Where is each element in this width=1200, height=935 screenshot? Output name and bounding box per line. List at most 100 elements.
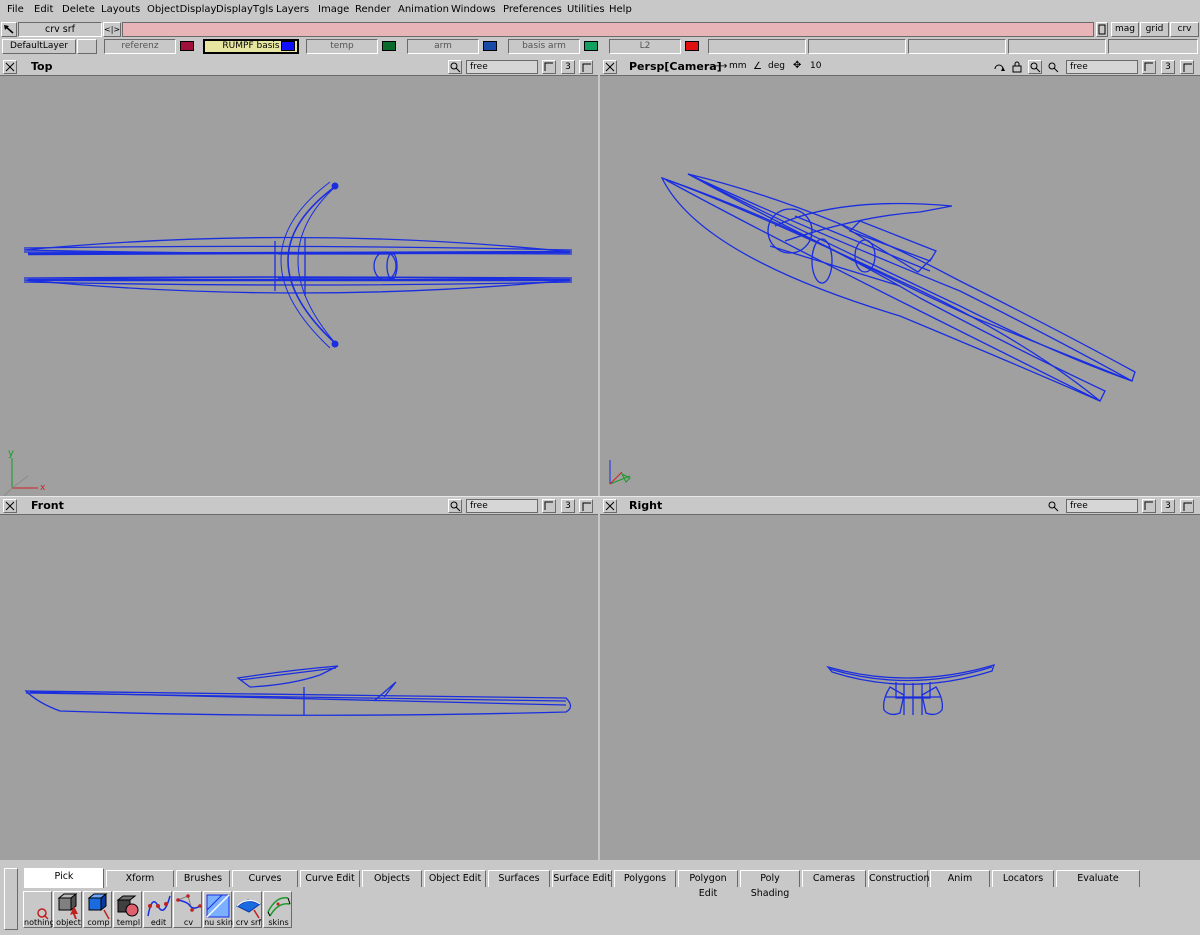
tab-surfaces[interactable]: Surfaces (488, 870, 550, 887)
tool-nu-skin[interactable]: nu skin (203, 891, 233, 928)
arrow-toggle-button[interactable]: <|> (103, 22, 121, 37)
persp-camera-mode-field[interactable]: free (1066, 60, 1138, 74)
layer-temp[interactable]: temp (306, 39, 378, 54)
front-camera-mode-field[interactable]: free (466, 499, 538, 513)
maximize-icon[interactable] (1180, 499, 1194, 513)
tab-construction[interactable]: Construction (868, 870, 930, 887)
current-tool-field[interactable]: crv srf (18, 22, 102, 37)
crv-button[interactable]: crv (1170, 22, 1199, 37)
menu-delete[interactable]: Delete (62, 4, 95, 15)
tab-anim[interactable]: Anim (930, 870, 990, 887)
menu-edit[interactable]: Edit (34, 4, 53, 15)
right-camera-mode-field[interactable]: free (1066, 499, 1138, 513)
tab-cameras[interactable]: Cameras (802, 870, 866, 887)
snap-icon[interactable] (1142, 499, 1156, 513)
tool-pick-nothing[interactable]: nothing (23, 891, 53, 928)
command-line-input[interactable] (122, 22, 1094, 37)
layer-arm-color[interactable] (483, 41, 497, 51)
menu-help[interactable]: Help (609, 4, 632, 15)
right-grid-num[interactable]: 3 (1161, 499, 1175, 513)
tab-xform[interactable]: Xform (106, 870, 174, 887)
tab-objects[interactable]: Objects (362, 870, 422, 887)
menu-render[interactable]: Render (355, 4, 391, 15)
layer-empty-5[interactable] (1108, 39, 1198, 54)
mag-button[interactable]: mag (1111, 22, 1139, 37)
layer-l2[interactable]: L2 (609, 39, 681, 54)
snap-icon[interactable] (542, 499, 556, 513)
menu-layouts[interactable]: Layouts (101, 4, 140, 15)
vertical-splitter[interactable] (598, 58, 600, 860)
grid-button[interactable]: grid (1140, 22, 1169, 37)
horizontal-splitter[interactable] (0, 496, 1200, 497)
layer-basis-arm-color[interactable] (584, 41, 598, 51)
angle-icon: ∠ (753, 61, 762, 72)
menu-utilities[interactable]: Utilities (567, 4, 605, 15)
lock-icon[interactable] (1010, 60, 1024, 74)
right-viewport[interactable] (600, 515, 1200, 860)
maximize-icon[interactable] (579, 499, 593, 513)
rotate-camera-icon[interactable] (992, 60, 1006, 74)
zoom-icon[interactable] (448, 60, 462, 74)
tab-locators[interactable]: Locators (992, 870, 1054, 887)
menu-objectdisplay[interactable]: ObjectDisplay (147, 4, 216, 15)
persp-grid-num[interactable]: 3 (1161, 60, 1175, 74)
shelf-handle[interactable] (4, 868, 18, 930)
layer-l2-color[interactable] (685, 41, 699, 51)
close-icon[interactable] (603, 60, 617, 74)
persp-viewport[interactable] (600, 76, 1200, 496)
menu-preferences[interactable]: Preferences (503, 4, 562, 15)
layer-empty-2[interactable] (808, 39, 906, 54)
menu-windows[interactable]: Windows (451, 4, 496, 15)
tab-brushes[interactable]: Brushes (176, 870, 230, 887)
select-tool-icon[interactable] (1, 22, 17, 37)
tab-evaluate[interactable]: Evaluate (1056, 870, 1140, 887)
zoom-icon[interactable] (448, 499, 462, 513)
zoom-icon[interactable] (1028, 60, 1042, 74)
tab-curves[interactable]: Curves (232, 870, 298, 887)
top-camera-mode-field[interactable]: free (466, 60, 538, 74)
tool-pick-component[interactable]: comp (83, 891, 112, 928)
layer-referenz[interactable]: referenz (104, 39, 176, 54)
pan-icon[interactable] (1046, 60, 1060, 74)
top-grid-num[interactable]: 3 (561, 60, 575, 74)
tab-surface-edit[interactable]: Surface Edit (552, 870, 612, 887)
layer-default[interactable]: DefaultLayer (2, 39, 76, 54)
tool-crv-srf[interactable]: crv srf (233, 891, 262, 928)
front-grid-num[interactable]: 3 (561, 499, 575, 513)
snap-icon[interactable] (1142, 60, 1156, 74)
close-icon[interactable] (603, 499, 617, 513)
maximize-icon[interactable] (1180, 60, 1194, 74)
tool-pick-edit-point[interactable]: edit (143, 891, 172, 928)
menu-animation[interactable]: Animation (398, 4, 449, 15)
tab-pick[interactable]: Pick (24, 868, 104, 888)
maximize-icon[interactable] (579, 60, 593, 74)
close-icon[interactable] (3, 60, 17, 74)
front-viewport[interactable] (0, 515, 598, 860)
layer-temp-color[interactable] (382, 41, 396, 51)
layer-empty-4[interactable] (1008, 39, 1106, 54)
layer-referenz-color[interactable] (180, 41, 194, 51)
menu-image[interactable]: Image (318, 4, 349, 15)
close-icon[interactable] (3, 499, 17, 513)
layer-basis-arm[interactable]: basis arm (508, 39, 580, 54)
tab-curve-edit[interactable]: Curve Edit (300, 870, 360, 887)
zoom-icon[interactable] (1046, 499, 1060, 513)
tool-skins[interactable]: skins (263, 891, 292, 928)
layer-empty-1[interactable] (708, 39, 806, 54)
layer-arm[interactable]: arm (407, 39, 479, 54)
tool-pick-template[interactable]: templ (113, 891, 142, 928)
tab-object-edit[interactable]: Object Edit (424, 870, 486, 887)
tool-pick-cv[interactable]: cv (173, 891, 202, 928)
tool-pick-object[interactable]: object (53, 891, 82, 928)
menu-file[interactable]: File (7, 4, 24, 15)
layer-rumpf-basis-color[interactable] (281, 41, 295, 51)
tab-polygon-edit[interactable]: Polygon Edit (678, 870, 738, 899)
top-viewport[interactable]: y x (0, 76, 598, 496)
snap-icon[interactable] (542, 60, 556, 74)
command-history-icon[interactable] (1096, 22, 1108, 37)
tab-polygons[interactable]: Polygons (614, 870, 676, 887)
menu-displaytgls[interactable]: DisplayTgls (216, 4, 273, 15)
layer-empty-3[interactable] (908, 39, 1006, 54)
tab-poly-shading[interactable]: Poly Shading (740, 870, 800, 899)
menu-layers[interactable]: Layers (276, 4, 309, 15)
